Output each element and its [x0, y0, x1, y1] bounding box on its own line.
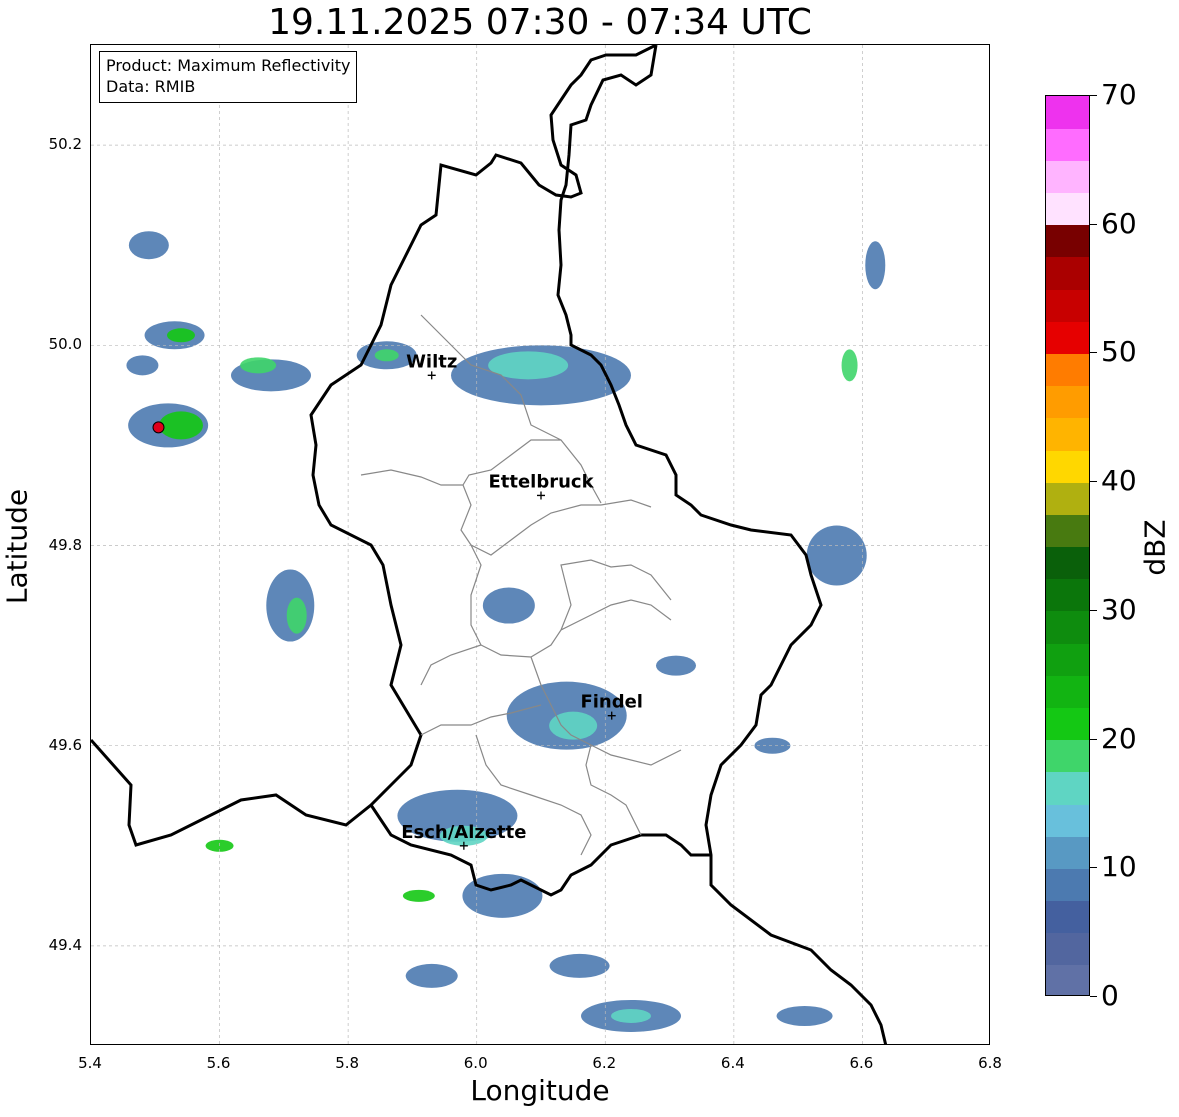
colorbar-tick — [1090, 481, 1097, 483]
colorbar-label: dBZ — [1138, 519, 1172, 576]
colorbar-segment — [1046, 482, 1089, 515]
radar-echoes — [126, 231, 886, 1032]
city-marker: Wiltz — [406, 351, 457, 380]
y-tick-label: 49.8 — [48, 535, 82, 554]
data-source-label: Data: RMIB — [106, 77, 196, 96]
colorbar-tick — [1090, 223, 1097, 225]
radar-echo — [402, 889, 435, 902]
x-tick-label: 6.2 — [592, 1054, 617, 1072]
colorbar-segment — [1046, 417, 1089, 451]
map-area[interactable]: Wiltz Ettelbruck Findel Esch/Alzette — [90, 44, 990, 1045]
colorbar-segment — [1046, 546, 1089, 580]
colorbar-segment — [1046, 675, 1089, 708]
colorbar-tick-label: 0 — [1101, 979, 1119, 1012]
colorbar-segment — [1046, 932, 1089, 966]
colorbar-segment — [1046, 353, 1089, 387]
radar-echo — [128, 231, 169, 260]
radar-echo — [806, 525, 867, 586]
colorbar — [1045, 95, 1090, 996]
colorbar-tick-label: 10 — [1101, 850, 1137, 884]
colorbar-segment — [1046, 256, 1089, 290]
y-tick-label: 50.2 — [48, 135, 82, 154]
colorbar-tick-label: 60 — [1101, 206, 1137, 240]
colorbar-segment — [1046, 128, 1089, 161]
colorbar-segment — [1046, 289, 1089, 322]
y-tick-label: 49.4 — [48, 935, 82, 954]
colorbar-tick — [1090, 996, 1097, 997]
colorbar-tick-label: 30 — [1101, 592, 1137, 626]
radar-echo — [549, 953, 610, 978]
y-tick-label: 50.0 — [48, 335, 82, 354]
colorbar-tick — [1090, 352, 1097, 354]
colorbar-segment — [1046, 643, 1089, 676]
colorbar-segment — [1046, 803, 1089, 837]
radar-echo — [167, 328, 195, 343]
colorbar-tick — [1090, 609, 1097, 611]
product-label: Product: Maximum Reflectivity — [106, 56, 351, 75]
colorbar-tick — [1090, 95, 1097, 96]
canton-boundaries — [360, 314, 682, 856]
product-info-box: Product: Maximum Reflectivity Data: RMIB — [99, 51, 358, 103]
y-axis-label: Latitude — [0, 488, 34, 605]
colorbar-tick — [1090, 738, 1097, 740]
x-tick-label: 6.8 — [978, 1054, 1002, 1072]
colorbar-segment — [1046, 836, 1089, 869]
colorbar-segment — [1046, 868, 1089, 902]
city-cross — [537, 491, 545, 500]
radar-echo — [482, 587, 535, 624]
colorbar-segment — [1046, 192, 1089, 226]
radar-echo — [126, 355, 159, 376]
x-tick-label: 6.0 — [463, 1054, 488, 1072]
radar-echo — [286, 597, 307, 634]
radar-echo — [865, 241, 886, 290]
x-tick-label: 6.6 — [849, 1054, 874, 1072]
city-cross — [427, 371, 436, 380]
city-label: Ettelbruck — [488, 471, 594, 492]
colorbar-segment — [1046, 321, 1089, 355]
radar-echo — [656, 655, 696, 676]
radar-site-marker — [152, 421, 165, 434]
city-label: Esch/Alzette — [401, 822, 526, 843]
x-tick-label: 5.6 — [206, 1054, 231, 1072]
city-marker: Esch/Alzette — [401, 822, 526, 850]
colorbar-segment — [1046, 385, 1089, 419]
radar-echo — [374, 349, 399, 362]
radar-echo — [841, 349, 858, 382]
map-svg: Wiltz Ettelbruck Findel Esch/Alzette — [91, 45, 989, 1044]
city-marker: Ettelbruck — [488, 471, 595, 500]
x-axis-label: Longitude — [470, 1074, 610, 1107]
colorbar-tick-label: 40 — [1101, 464, 1137, 498]
radar-echo — [405, 963, 458, 988]
colorbar-segment — [1046, 900, 1089, 934]
colorbar-segment — [1046, 707, 1089, 741]
colorbar-segment — [1046, 224, 1089, 258]
colorbar-segment — [1046, 578, 1089, 612]
colorbar-tick-label: 50 — [1101, 335, 1137, 369]
map-title: 19.11.2025 07:30 - 07:34 UTC — [268, 2, 812, 43]
colorbar-segment — [1046, 449, 1089, 483]
city-label: Findel — [580, 692, 643, 713]
colorbar-segment — [1046, 739, 1089, 773]
colorbar-segment — [1046, 610, 1089, 644]
colorbar-segment — [1046, 964, 1089, 995]
colorbar-tick-label: 70 — [1101, 78, 1137, 111]
colorbar-tick — [1090, 867, 1097, 869]
colorbar-segment — [1046, 96, 1089, 129]
radar-echo — [159, 411, 203, 440]
x-tick-label: 6.4 — [720, 1054, 745, 1072]
x-tick-label: 5.8 — [335, 1054, 360, 1072]
colorbar-segment — [1046, 771, 1089, 805]
y-tick-label: 49.6 — [48, 735, 82, 754]
city-label: Wiltz — [406, 351, 457, 372]
colorbar-segment — [1046, 160, 1089, 194]
radar-echo — [611, 1008, 651, 1023]
radar-echo — [776, 1005, 833, 1026]
radar-echo — [240, 357, 277, 374]
colorbar-segment — [1046, 514, 1089, 548]
x-tick-label: 5.4 — [78, 1054, 102, 1072]
colorbar-tick-label: 20 — [1101, 721, 1137, 755]
